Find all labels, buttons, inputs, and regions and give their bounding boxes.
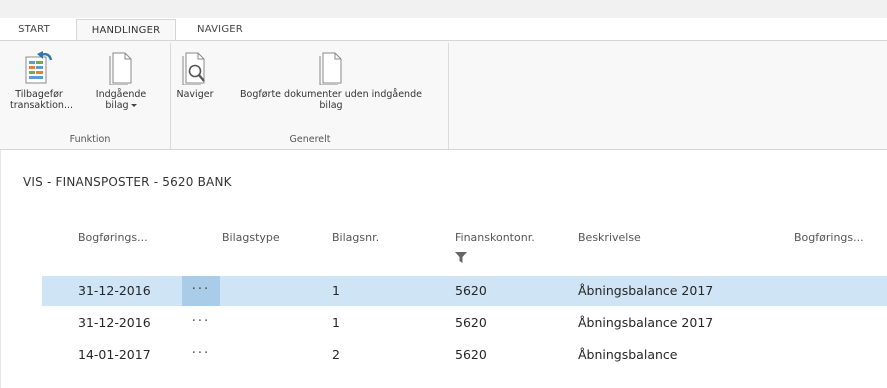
- reverse-transaction-icon: [25, 51, 53, 84]
- incoming-document-label-2: bilag: [90, 100, 152, 111]
- table-row[interactable]: 31-12-2016 ··· 1 5620 Åbningsbalance 201…: [42, 308, 887, 338]
- group-label-generelt: Generelt: [289, 134, 331, 145]
- group-divider: [170, 43, 171, 149]
- cell-description: Åbningsbalance 2017: [578, 315, 714, 330]
- page-title: VIS - FINANSPOSTER - 5620 BANK: [23, 175, 232, 189]
- cell-account-no: 5620: [455, 347, 487, 362]
- navigate-label: Naviger: [176, 89, 214, 100]
- column-header-description[interactable]: Beskrivelse: [578, 231, 641, 244]
- cell-description: Åbningsbalance: [578, 347, 678, 362]
- ribbon-top-strip: [0, 0, 887, 18]
- cell-document-no: 1: [332, 283, 340, 298]
- incoming-document-label-1: Indgående: [95, 89, 147, 100]
- reverse-transaction-button[interactable]: Tilbagefør transaktion...: [10, 51, 74, 111]
- document-icon: [319, 52, 342, 85]
- ribbon-tab-bar: START HANDLINGER NAVIGER: [0, 0, 887, 40]
- row-menu-button[interactable]: ···: [182, 340, 220, 370]
- ribbon: Tilbagefør transaktion... Indgående bila…: [0, 40, 887, 150]
- cell-posting-date: 14-01-2017: [78, 347, 151, 362]
- cell-posting-date: 31-12-2016: [78, 315, 151, 330]
- tab-handlinger[interactable]: HANDLINGER: [76, 19, 176, 40]
- page-left-border: [0, 150, 1, 388]
- posted-documents-without-incoming-button[interactable]: Bogførte dokumenter uden indgående bilag: [220, 51, 442, 111]
- cell-document-no: 2: [332, 347, 340, 362]
- cell-posting-date: 31-12-2016: [78, 283, 151, 298]
- incoming-document-label-2-text: bilag: [105, 100, 129, 111]
- column-header-document-type[interactable]: Bilagstype: [222, 231, 280, 244]
- tab-naviger[interactable]: NAVIGER: [185, 19, 255, 40]
- cell-document-no: 1: [332, 315, 340, 330]
- group-label-funktion: Funktion: [69, 134, 111, 145]
- cell-account-no: 5620: [455, 283, 487, 298]
- table-row[interactable]: 14-01-2017 ··· 2 5620 Åbningsbalance: [42, 340, 887, 370]
- column-header-account-no[interactable]: Finanskontonr.: [455, 231, 535, 244]
- column-header-document-no[interactable]: Bilagsnr.: [332, 231, 379, 244]
- filter-icon[interactable]: [455, 252, 467, 263]
- chevron-down-icon[interactable]: [130, 104, 137, 107]
- reverse-transaction-label-1: Tilbagefør: [15, 89, 63, 100]
- column-header-posting-date[interactable]: Bogførings...: [78, 231, 148, 244]
- column-header-posting-2[interactable]: Bogførings...: [794, 231, 864, 244]
- posted-documents-label-1: Bogførte dokumenter uden indgående: [240, 89, 422, 100]
- row-menu-button[interactable]: ···: [182, 276, 220, 306]
- incoming-document-button[interactable]: Indgående bilag: [90, 51, 152, 111]
- reverse-transaction-label-2: transaktion...: [10, 100, 74, 111]
- row-menu-button[interactable]: ···: [182, 308, 220, 338]
- document-magnifier-icon: [182, 52, 205, 85]
- cell-account-no: 5620: [455, 315, 487, 330]
- document-icon: [109, 52, 132, 85]
- cell-description: Åbningsbalance 2017: [578, 283, 714, 298]
- tab-start[interactable]: START: [6, 19, 62, 40]
- posted-documents-label-2: bilag: [319, 100, 343, 111]
- table-row[interactable]: 31-12-2016 ··· 1 5620 Åbningsbalance 201…: [42, 276, 887, 306]
- navigate-button[interactable]: Naviger: [172, 51, 218, 100]
- group-divider: [448, 43, 449, 149]
